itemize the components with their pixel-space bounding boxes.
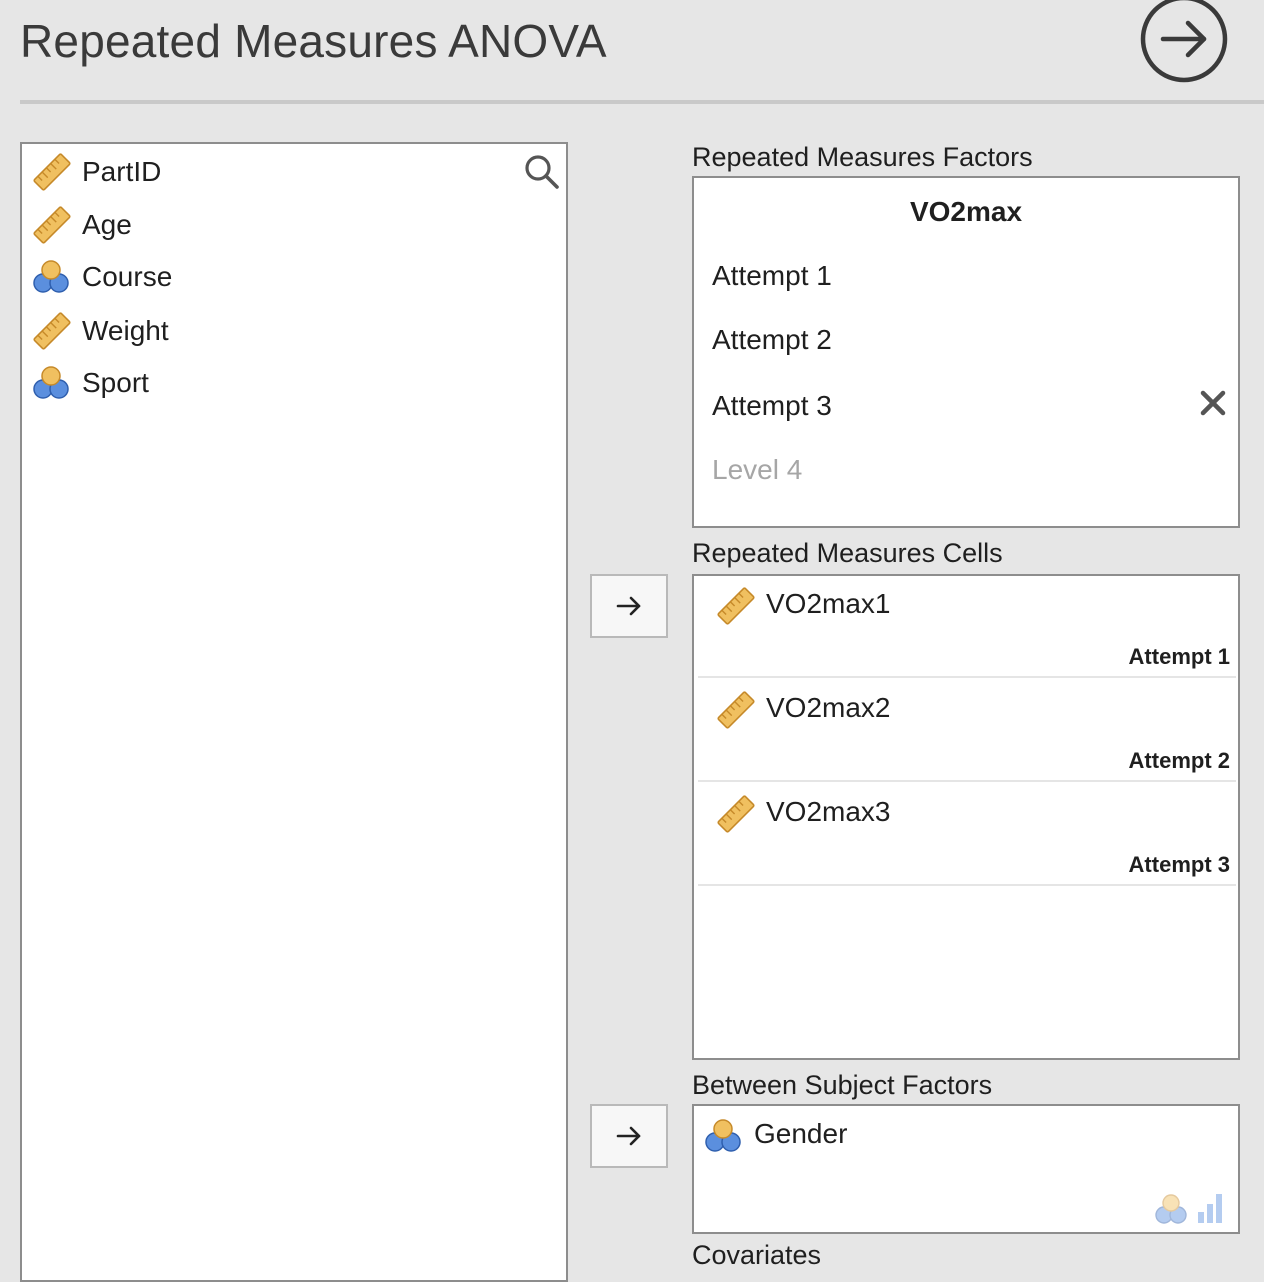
- rm-cell[interactable]: VO2max3 Attempt 3: [698, 784, 1236, 886]
- arrow-right-icon: [614, 1121, 644, 1151]
- page-title: Repeated Measures ANOVA: [20, 15, 607, 67]
- rm-cells-label: Repeated Measures Cells: [692, 538, 1003, 568]
- arrow-circle-right-icon: [1140, 0, 1228, 83]
- factor-name[interactable]: VO2max: [694, 196, 1238, 228]
- move-to-between-button[interactable]: [590, 1104, 668, 1168]
- cell-variable: VO2max3: [766, 796, 891, 827]
- variable-item-partid[interactable]: PartID: [32, 150, 161, 194]
- variable-label: Age: [82, 209, 132, 240]
- close-icon[interactable]: [1198, 388, 1228, 418]
- variable-label: PartID: [82, 156, 162, 187]
- nominal-circles-icon: [704, 1116, 744, 1156]
- cell-level: Attempt 3: [1128, 852, 1230, 877]
- cell-level: Attempt 2: [1128, 748, 1230, 773]
- factor-level[interactable]: Attempt 1: [712, 260, 832, 292]
- variable-list[interactable]: PartID Age Course Weight Sport: [20, 142, 568, 1282]
- cell-variable: VO2max1: [766, 588, 891, 619]
- nominal-circles-icon: [32, 257, 72, 297]
- factor-level[interactable]: Attempt 3: [712, 390, 832, 422]
- allowed-types-icon: [1155, 1194, 1222, 1224]
- variable-label: Course: [82, 261, 173, 292]
- header-divider: [20, 100, 1264, 104]
- rm-cell[interactable]: VO2max2 Attempt 2: [698, 680, 1236, 782]
- variable-label: Sport: [82, 367, 149, 398]
- ruler-icon: [32, 152, 72, 192]
- variable-item-sport[interactable]: Sport: [32, 361, 149, 405]
- new-level-input[interactable]: Level 4: [712, 454, 802, 486]
- between-factors-box[interactable]: Gender: [692, 1104, 1240, 1234]
- ruler-icon: [716, 794, 756, 834]
- ruler-icon: [716, 586, 756, 626]
- rm-factors-label: Repeated Measures Factors: [692, 142, 1033, 172]
- cell-variable: VO2max2: [766, 692, 891, 723]
- variable-item-course[interactable]: Course: [32, 255, 172, 299]
- between-variable[interactable]: Gender: [754, 1118, 847, 1150]
- rm-factors-box[interactable]: VO2max Attempt 1 Attempt 2 Attempt 3 Lev…: [692, 176, 1240, 528]
- variable-item-weight[interactable]: Weight: [32, 309, 169, 353]
- ruler-icon: [32, 311, 72, 351]
- ruler-icon: [32, 205, 72, 245]
- arrow-right-icon: [614, 591, 644, 621]
- between-factors-label: Between Subject Factors: [692, 1070, 993, 1100]
- search-icon[interactable]: [522, 152, 562, 192]
- variable-label: Weight: [82, 315, 169, 346]
- nominal-circles-icon: [32, 363, 72, 403]
- run-analysis-button[interactable]: [1138, 0, 1228, 84]
- move-to-cells-button[interactable]: [590, 574, 668, 638]
- factor-level[interactable]: Attempt 2: [712, 324, 832, 356]
- rm-cells-box[interactable]: VO2max1 Attempt 1 VO2max2 Attempt 2 VO2m…: [692, 574, 1240, 1060]
- rm-cell[interactable]: VO2max1 Attempt 1: [698, 576, 1236, 678]
- covariates-label: Covariates: [692, 1240, 822, 1270]
- variable-item-age[interactable]: Age: [32, 203, 132, 247]
- cell-level: Attempt 1: [1128, 644, 1230, 669]
- ruler-icon: [716, 690, 756, 730]
